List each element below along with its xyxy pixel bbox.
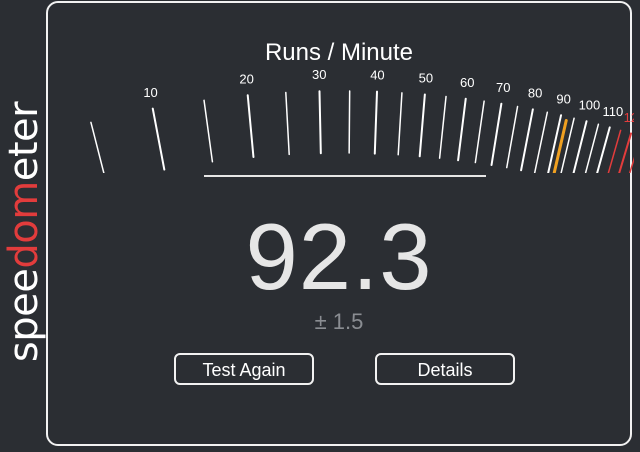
gauge-needle xyxy=(552,118,568,173)
test-again-button[interactable]: Test Again xyxy=(174,353,314,385)
gauge-tick-label: 110 xyxy=(603,104,624,119)
gauge-tick-major xyxy=(418,93,426,158)
gauge-tick-minor xyxy=(90,121,105,173)
speed-gauge: 0102030405060708090100110120130140 xyxy=(90,67,634,173)
gauge-tick-major xyxy=(151,107,166,171)
gauge-tick-major xyxy=(520,108,534,172)
gauge-tick-major xyxy=(318,90,322,155)
gauge-tick-label: 10 xyxy=(143,85,157,100)
logo-text-part3: eter xyxy=(1,101,47,182)
gauge-tick-minor xyxy=(348,90,351,154)
gauge-tick-label: 40 xyxy=(370,68,384,83)
divider xyxy=(204,175,486,177)
gauge-tick-label: 50 xyxy=(419,71,433,86)
gauge-tick-minor xyxy=(607,129,622,173)
gauge-tick-minor xyxy=(397,92,403,156)
gauge-tick-major xyxy=(490,102,503,167)
logo-text-part1: spee xyxy=(1,268,47,363)
logo-text: speedometer xyxy=(1,101,47,363)
gauge-tick-major xyxy=(618,132,633,173)
gauge-tick-label: 70 xyxy=(496,80,510,95)
gauge-tick-minor xyxy=(203,99,214,163)
gauge-tick-minor xyxy=(474,100,485,164)
score-value: 92.3 xyxy=(245,204,433,309)
gauge-tick-label: 100 xyxy=(579,98,601,113)
gauge-tick-minor xyxy=(438,95,447,159)
details-button[interactable]: Details xyxy=(375,353,515,385)
gauge-tick-major xyxy=(457,97,467,162)
gauge-tick-minor xyxy=(584,123,600,173)
gauge-tick-major xyxy=(246,94,255,159)
gauge-tick-major xyxy=(572,120,588,173)
gauge-tick-minor xyxy=(533,111,549,173)
gauge-tick-label: 90 xyxy=(556,91,570,106)
gauge-tick-minor xyxy=(505,105,519,169)
gauge-tick-label: 60 xyxy=(460,75,474,90)
gauge-tick-label: 30 xyxy=(312,67,326,82)
gauge-tick-label: 80 xyxy=(528,86,542,101)
speedometer-logo: speedometer xyxy=(0,0,47,452)
gauge-tick-major xyxy=(373,90,378,155)
result-panel: Runs / Minute 01020304050607080901001101… xyxy=(46,1,634,446)
gauge-tick-label: 20 xyxy=(239,71,253,86)
gauge-tick-major xyxy=(547,114,563,173)
gauge-tick-label: 120 xyxy=(624,110,634,125)
logo-text-accent: dom xyxy=(1,181,47,269)
gauge-tick-minor xyxy=(285,91,290,156)
score-tolerance: ± 1.5 xyxy=(314,309,364,334)
